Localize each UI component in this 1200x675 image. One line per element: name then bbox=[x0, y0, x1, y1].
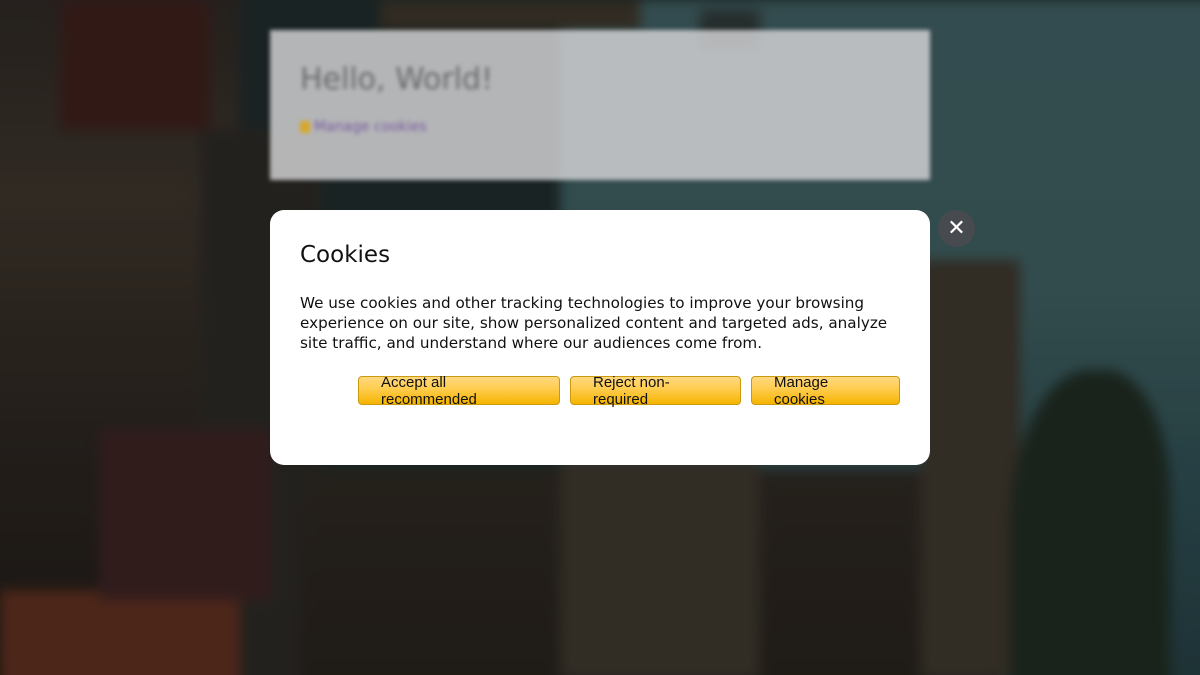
cookie-consent-dialog: Cookies We use cookies and other trackin… bbox=[270, 210, 930, 465]
manage-cookies-link-label: Manage cookies bbox=[314, 119, 427, 135]
accept-all-button[interactable]: Accept all recommended bbox=[358, 374, 560, 408]
page-heading: Hello, World! bbox=[300, 62, 494, 97]
close-icon: ✕ bbox=[947, 216, 966, 241]
manage-cookies-button[interactable]: Manage cookies bbox=[751, 374, 900, 408]
background-page-card: Hello, World! Manage cookies bbox=[270, 30, 930, 180]
cookie-icon bbox=[300, 121, 310, 133]
page: Hello, World! Manage cookies Cookies We … bbox=[0, 0, 1200, 675]
dialog-button-row: Accept all recommended Reject non-requir… bbox=[358, 374, 900, 408]
dialog-body-text: We use cookies and other tracking techno… bbox=[300, 294, 888, 352]
manage-cookies-link: Manage cookies bbox=[300, 119, 427, 135]
dialog-title: Cookies bbox=[300, 242, 391, 268]
close-dialog-button[interactable]: ✕ bbox=[938, 210, 975, 247]
reject-non-required-button[interactable]: Reject non-required bbox=[570, 374, 741, 408]
